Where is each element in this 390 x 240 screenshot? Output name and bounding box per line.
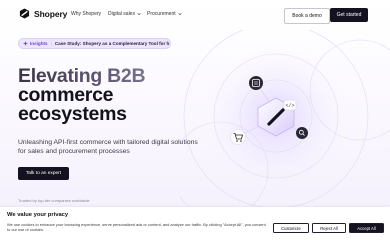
talk-to-expert-button[interactable]: Talk to an expert	[18, 167, 69, 180]
shopery-logo-icon	[19, 8, 30, 19]
sparkle-icon	[23, 41, 28, 46]
hero-title-line-3: ecosystems	[18, 103, 127, 125]
search-icon	[296, 127, 308, 139]
nav-procurement-label: Procurement	[147, 11, 176, 17]
insight-banner[interactable]: Insights | Case Study: Shopery as a Comp…	[18, 38, 171, 49]
logo-text: Shopery	[34, 8, 68, 19]
cookie-text: We use cookies to enhance your browsing …	[7, 222, 266, 233]
nav-why-shopery[interactable]: Why Shopery	[71, 11, 101, 17]
api-code-icon: </>	[283, 99, 297, 111]
cart-icon	[230, 129, 246, 145]
reject-all-button[interactable]: Reject All	[312, 223, 346, 233]
document-icon	[249, 76, 263, 90]
chevron-down-icon	[178, 13, 182, 16]
insight-separator: |	[50, 41, 52, 46]
get-started-button[interactable]: Get started	[330, 8, 368, 22]
cookie-title: We value your privacy	[7, 212, 69, 218]
top-navigation: Shopery Why Shopery Digital sales Procur…	[0, 0, 390, 30]
insight-text: Case Study: Shopery as a Complementary T…	[54, 41, 170, 46]
trusted-by-text: Trusted by top-tier companies worldwide	[18, 198, 90, 203]
book-demo-button[interactable]: Book a demo	[284, 8, 330, 24]
hero-subtitle: Unleashing API-first commerce with tailo…	[18, 139, 198, 155]
insight-tag-label: Insights	[30, 41, 48, 46]
svg-text:</>: </>	[285, 103, 294, 109]
accept-all-button[interactable]: Accept All	[349, 223, 384, 233]
nav-digital-sales-label: Digital sales	[108, 11, 135, 17]
nav-procurement[interactable]: Procurement	[147, 11, 182, 17]
shopery-logo[interactable]: Shopery	[19, 8, 67, 19]
nav-digital-sales[interactable]: Digital sales	[108, 11, 141, 17]
insight-tag: Insights	[23, 41, 48, 46]
customize-button[interactable]: Customize	[273, 223, 309, 233]
hero-title: Elevating B2B commerce ecosystems	[18, 66, 218, 125]
nav-why-shopery-label: Why Shopery	[71, 11, 102, 17]
chevron-down-icon	[137, 13, 141, 16]
